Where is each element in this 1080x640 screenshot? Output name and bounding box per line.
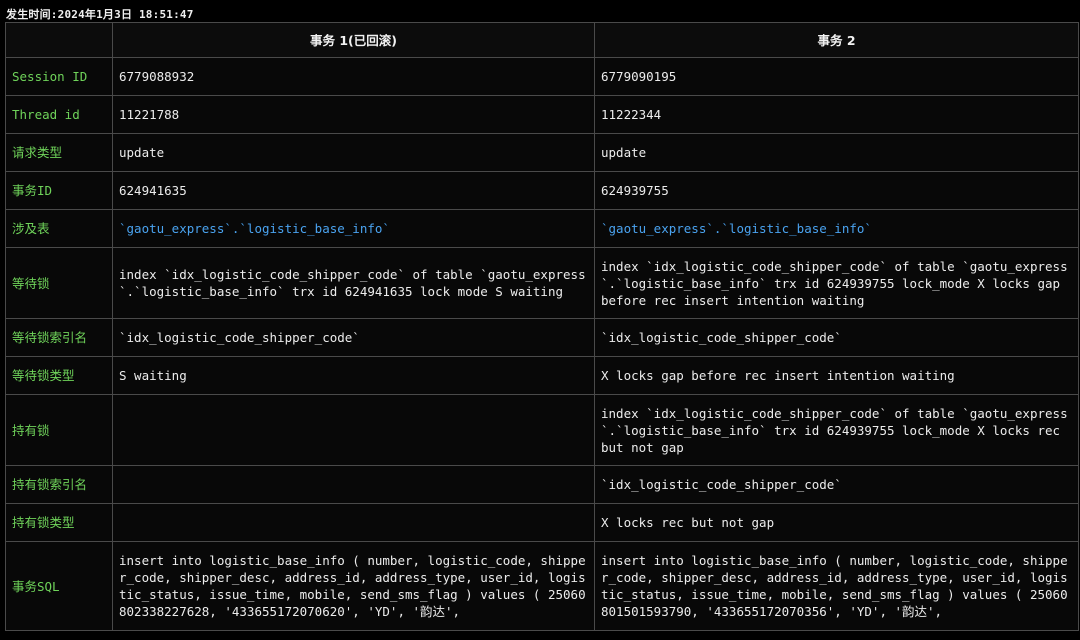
tx2-value: 624939755: [594, 171, 1079, 210]
row-label: 持有锁: [5, 394, 113, 466]
tx1-value: index `idx_logistic_code_shipper_code` o…: [112, 247, 595, 319]
table-row-thread-id: Thread id 11221788 11222344: [5, 95, 1079, 134]
row-label: 等待锁: [5, 247, 113, 319]
row-label: 事务SQL: [5, 541, 113, 631]
tx1-value: 6779088932: [112, 57, 595, 96]
table-row-held-lock: 持有锁 index `idx_logistic_code_shipper_cod…: [5, 394, 1079, 466]
tx1-value: `idx_logistic_code_shipper_code`: [112, 318, 595, 357]
tx2-value: X locks gap before rec insert intention …: [594, 356, 1079, 395]
header-corner-cell: [5, 22, 113, 58]
row-label: 事务ID: [5, 171, 113, 210]
tx1-value: [112, 394, 595, 466]
table-row-session-id: Session ID 6779088932 6779090195: [5, 57, 1079, 96]
row-label: Session ID: [5, 57, 113, 96]
row-label: 请求类型: [5, 133, 113, 172]
table-header-row: 事务 1(已回滚) 事务 2: [5, 22, 1079, 58]
header-transaction-1: 事务 1(已回滚): [112, 22, 595, 58]
row-label: 持有锁类型: [5, 503, 113, 542]
tx2-value: 11222344: [594, 95, 1079, 134]
tx2-value: index `idx_logistic_code_shipper_code` o…: [594, 394, 1079, 466]
tx1-value: insert into logistic_base_info ( number,…: [112, 541, 595, 631]
tx2-value: index `idx_logistic_code_shipper_code` o…: [594, 247, 1079, 319]
tx2-value: update: [594, 133, 1079, 172]
occurrence-timestamp: 发生时间:2024年1月3日 18:51:47: [6, 8, 194, 21]
row-label: Thread id: [5, 95, 113, 134]
table-row-waiting-lock-index: 等待锁索引名 `idx_logistic_code_shipper_code` …: [5, 318, 1079, 357]
tx2-value: `idx_logistic_code_shipper_code`: [594, 318, 1079, 357]
table-row-involved-table: 涉及表 `gaotu_express`.`logistic_base_info`…: [5, 209, 1079, 248]
deadlock-detail-table: 事务 1(已回滚) 事务 2 Session ID 6779088932 677…: [5, 22, 1079, 631]
row-label: 等待锁类型: [5, 356, 113, 395]
tx1-table-link[interactable]: `gaotu_express`.`logistic_base_info`: [112, 209, 595, 248]
table-row-transaction-sql: 事务SQL insert into logistic_base_info ( n…: [5, 541, 1079, 631]
row-label: 涉及表: [5, 209, 113, 248]
tx2-table-link[interactable]: `gaotu_express`.`logistic_base_info`: [594, 209, 1079, 248]
table-row-held-lock-index: 持有锁索引名 `idx_logistic_code_shipper_code`: [5, 465, 1079, 504]
table-row-transaction-id: 事务ID 624941635 624939755: [5, 171, 1079, 210]
tx1-value: update: [112, 133, 595, 172]
tx1-value: 624941635: [112, 171, 595, 210]
table-row-held-lock-type: 持有锁类型 X locks rec but not gap: [5, 503, 1079, 542]
tx2-value: `idx_logistic_code_shipper_code`: [594, 465, 1079, 504]
tx1-value: S waiting: [112, 356, 595, 395]
tx2-value: 6779090195: [594, 57, 1079, 96]
table-row-waiting-lock-type: 等待锁类型 S waiting X locks gap before rec i…: [5, 356, 1079, 395]
row-label: 等待锁索引名: [5, 318, 113, 357]
tx1-value: 11221788: [112, 95, 595, 134]
tx1-value: [112, 465, 595, 504]
row-label: 持有锁索引名: [5, 465, 113, 504]
tx1-value: [112, 503, 595, 542]
header-transaction-2: 事务 2: [594, 22, 1079, 58]
table-row-waiting-lock: 等待锁 index `idx_logistic_code_shipper_cod…: [5, 247, 1079, 319]
tx2-value: X locks rec but not gap: [594, 503, 1079, 542]
tx2-value: insert into logistic_base_info ( number,…: [594, 541, 1079, 631]
table-row-request-type: 请求类型 update update: [5, 133, 1079, 172]
